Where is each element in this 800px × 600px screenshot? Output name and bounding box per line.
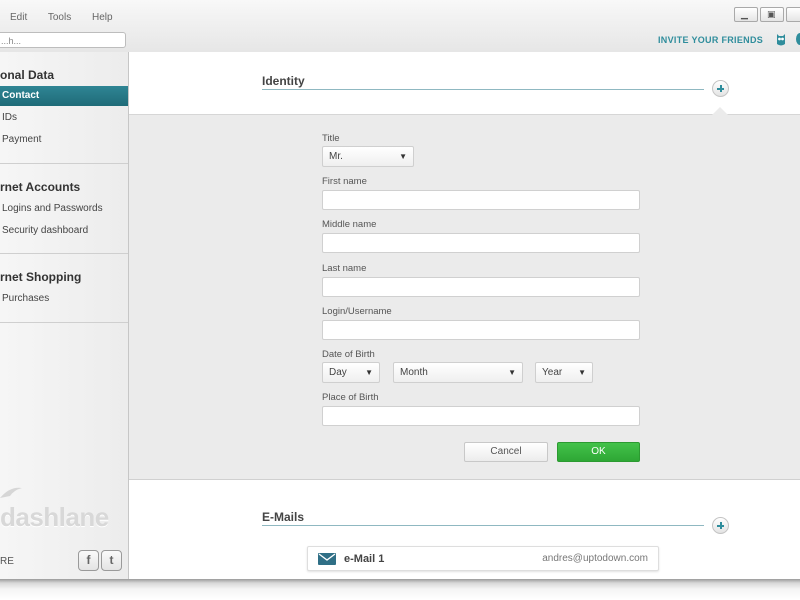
sidebar-divider [0,163,128,164]
top-toolbar: Edit Tools Help ▁ ▣ ...h... INVITE YOUR … [0,0,800,53]
menu-help[interactable]: Help [92,12,113,23]
main-content: Identity Title Mr. ▼ First name Middle n… [129,52,800,579]
minimize-icon: ▁ [741,9,748,19]
owl-icon[interactable] [775,31,787,47]
sidebar-item-ids[interactable]: IDs [0,108,128,128]
dob-year-select[interactable]: Year ▼ [535,362,593,383]
emails-heading-line [262,525,704,526]
middle-name-field[interactable] [322,233,640,253]
title-select-value: Mr. [329,151,343,162]
panel-notch [712,107,728,115]
dob-day-select[interactable]: Day ▼ [322,362,380,383]
last-name-field[interactable] [322,277,640,297]
first-name-label: First name [322,176,367,187]
maximize-button[interactable]: ▣ [760,7,784,22]
dashlane-logo: dashlane [0,502,109,532]
chevron-down-icon: ▼ [508,368,516,377]
dob-month-value: Month [400,367,428,378]
minimize-button[interactable]: ▁ [734,7,758,22]
sidebar-item-logins-passwords[interactable]: Logins and Passwords [0,199,128,219]
cancel-button[interactable]: Cancel [464,442,548,462]
dob-day-value: Day [329,367,347,378]
account-icon[interactable] [795,31,800,47]
title-select[interactable]: Mr. ▼ [322,146,414,167]
menu-bar: Edit Tools Help [10,12,131,23]
login-field[interactable] [322,320,640,340]
menu-tools[interactable]: Tools [48,12,71,23]
sidebar-item-purchases[interactable]: Purchases [0,289,128,309]
sidebar: onal Data Contact IDs Payment rnet Accou… [0,52,129,579]
facebook-icon[interactable]: f [78,550,99,571]
email-entry[interactable]: e-Mail 1 andres@uptodown.com [307,546,659,571]
sidebar-item-contact[interactable]: Contact [0,86,128,106]
sidebar-item-payment[interactable]: Payment [0,130,128,150]
dob-year-value: Year [542,367,563,378]
last-name-label: Last name [322,263,367,274]
sidebar-section-personal-data: onal Data [0,68,55,82]
sidebar-divider [0,322,128,323]
middle-name-label: Middle name [322,219,377,230]
pob-field[interactable] [322,406,640,426]
email-label: e-Mail 1 [344,553,385,565]
pob-label: Place of Birth [322,392,379,403]
sidebar-section-internet-accounts: rnet Accounts [0,180,81,194]
ok-button[interactable]: OK [557,442,640,462]
dashlane-bird-icon [0,487,22,498]
dob-label: Date of Birth [322,349,375,360]
window-shadow [0,579,800,600]
window-controls: ▁ ▣ [734,7,800,22]
app-window: Edit Tools Help ▁ ▣ ...h... INVITE YOUR … [0,0,800,579]
email-value: andres@uptodown.com [542,553,648,564]
search-input[interactable]: ...h... [0,32,126,48]
chevron-down-icon: ▼ [365,368,373,377]
sidebar-item-security-dashboard[interactable]: Security dashboard [0,221,128,241]
login-label: Login/Username [322,306,392,317]
twitter-icon[interactable]: t [101,550,122,571]
close-button[interactable] [786,7,800,22]
menu-edit[interactable]: Edit [10,12,27,23]
invite-friends-link[interactable]: INVITE YOUR FRIENDS [658,35,763,45]
maximize-icon: ▣ [767,9,776,19]
emails-heading: E-Mails [262,510,305,524]
add-email-button[interactable] [712,517,729,534]
sidebar-divider [0,253,128,254]
identity-form-panel: Title Mr. ▼ First name Middle name Last … [129,107,800,480]
chevron-down-icon: ▼ [399,152,407,161]
identity-heading: Identity [262,74,305,88]
add-identity-button[interactable] [712,80,729,97]
chevron-down-icon: ▼ [578,368,586,377]
dob-month-select[interactable]: Month ▼ [393,362,523,383]
sidebar-section-internet-shopping: rnet Shopping [0,270,82,284]
identity-heading-line [262,89,704,90]
title-label: Title [322,133,340,144]
mail-icon [318,553,336,565]
social-label: RE [0,556,14,567]
first-name-field[interactable] [322,190,640,210]
